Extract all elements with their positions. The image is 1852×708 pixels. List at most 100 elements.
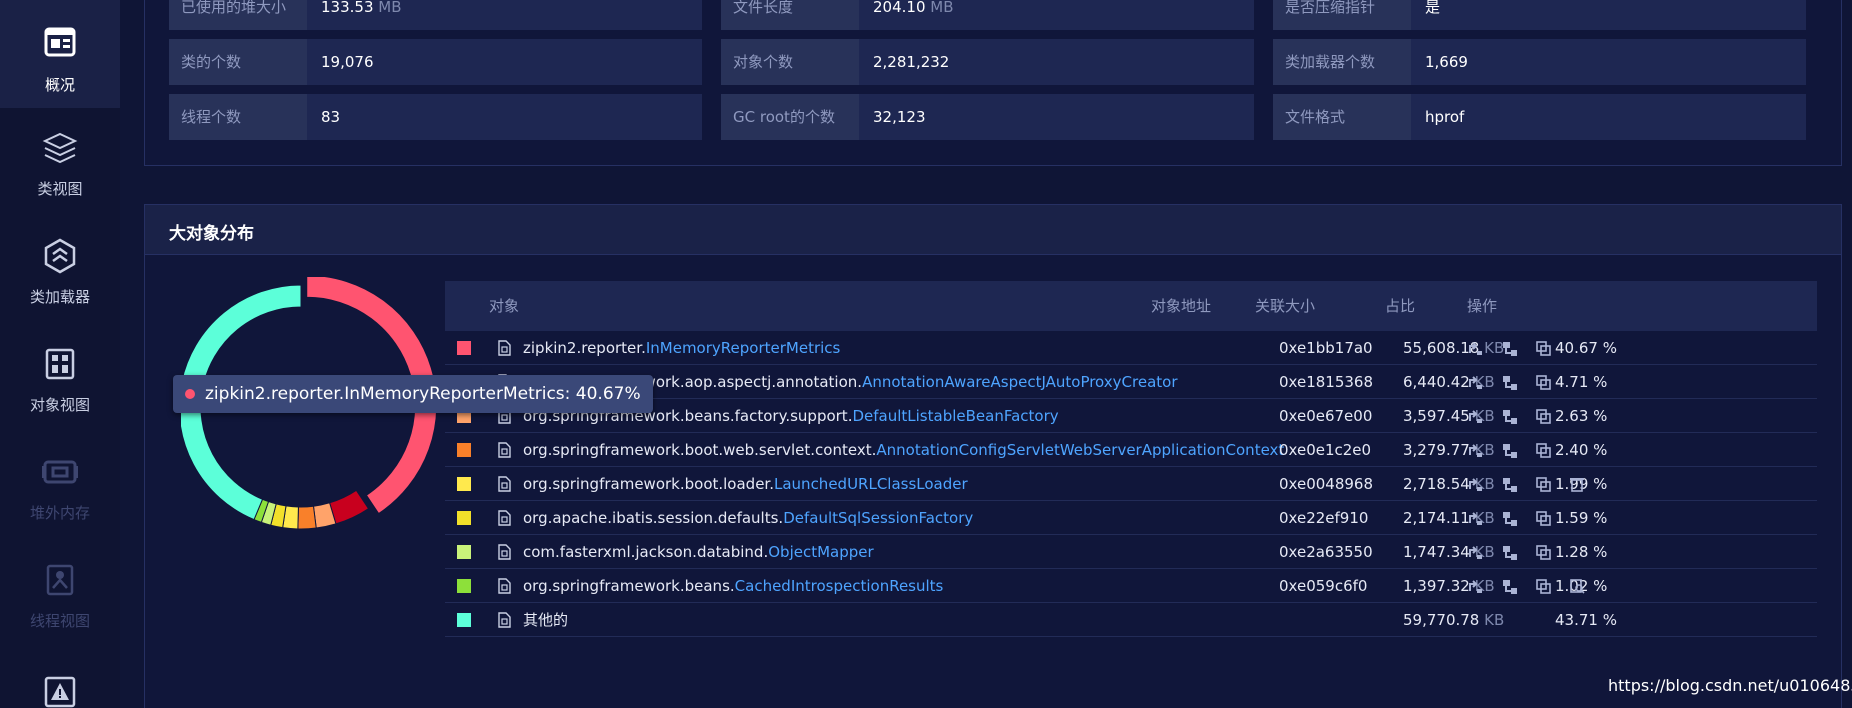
object-address: 0xe1bb17a0 — [1279, 339, 1373, 357]
object-class-link[interactable]: AnnotationConfigServletWebServerApplicat… — [876, 441, 1284, 459]
legend-swatch — [457, 545, 471, 559]
object-name[interactable]: 其他的 — [523, 603, 568, 637]
tree-icon[interactable] — [1501, 510, 1517, 526]
tree-icon[interactable] — [1501, 340, 1517, 356]
object-class-link[interactable]: InMemoryReporterMetrics — [646, 339, 841, 357]
object-name[interactable]: org.springframework.beans.CachedIntrospe… — [523, 569, 943, 603]
tree-icon[interactable] — [1501, 476, 1517, 492]
sidebar-item-label: 类加载器 — [29, 288, 90, 306]
trash-icon[interactable] — [1569, 476, 1585, 492]
export-icon[interactable] — [1467, 578, 1483, 594]
sidebar-item[interactable]: 概况 — [0, 0, 120, 108]
export-icon[interactable] — [1467, 340, 1483, 356]
info-cell: 文件格式 hprof — [1273, 94, 1806, 140]
big-object-header: 大对象分布 — [145, 205, 1841, 255]
info-cell: 对象个数 2,281,232 — [721, 39, 1254, 85]
info-label: 是否压缩指针 — [1273, 0, 1411, 30]
object-class-link[interactable]: CachedIntrospectionResults — [735, 577, 944, 595]
tree-icon[interactable] — [1501, 442, 1517, 458]
sidebar-item[interactable]: 类视图 — [0, 106, 120, 214]
info-value: 19,076 — [321, 39, 374, 85]
copy-icon[interactable] — [1535, 476, 1551, 492]
percent-value: 1.59 % — [1555, 509, 1608, 527]
object-class-link[interactable]: DefaultListableBeanFactory — [852, 407, 1058, 425]
info-value: 是 — [1425, 0, 1440, 30]
info-value: 204.10 MB — [873, 0, 954, 30]
big-object-panel: 大对象分布 zipkin2.reporter.InMemoryReporterM… — [144, 204, 1842, 708]
table-row[interactable]: org.springframework.boot.loader.Launched… — [445, 467, 1817, 501]
info-value-number: 133.53 — [321, 0, 374, 16]
object-name[interactable]: zipkin2.reporter.InMemoryReporterMetrics — [523, 331, 840, 365]
export-icon[interactable] — [1467, 442, 1483, 458]
table-row[interactable]: com.fasterxml.jackson.databind.ObjectMap… — [445, 535, 1817, 569]
object-name[interactable]: org.springframework.boot.loader.Launched… — [523, 467, 968, 501]
sidebar-item[interactable]: 类加载器 — [0, 214, 120, 322]
object-address: 0xe059c6f0 — [1279, 577, 1368, 595]
copy-icon[interactable] — [1535, 374, 1551, 390]
donut-slice[interactable] — [328, 489, 370, 525]
object-class-link[interactable]: DefaultSqlSessionFactory — [783, 509, 973, 527]
object-class-link[interactable]: ObjectMapper — [768, 543, 873, 561]
copy-icon[interactable] — [1535, 544, 1551, 560]
copy-icon[interactable] — [1535, 442, 1551, 458]
legend-swatch — [457, 443, 471, 457]
info-value: 83 — [321, 94, 340, 140]
tree-icon[interactable] — [1501, 544, 1517, 560]
legend-swatch — [457, 341, 471, 355]
object-class-link[interactable]: AnnotationAwareAspectJAutoProxyCreator — [862, 373, 1177, 391]
tree-icon[interactable] — [1501, 578, 1517, 594]
export-icon[interactable] — [1467, 408, 1483, 424]
info-cell: 类的个数 19,076 — [169, 39, 702, 85]
table-row[interactable]: org.springframework.beans.CachedIntrospe… — [445, 569, 1817, 603]
sidebar-item[interactable]: 对象视图 — [0, 322, 120, 430]
table-row[interactable]: zipkin2.reporter.InMemoryReporterMetrics… — [445, 331, 1817, 365]
copy-icon[interactable] — [1535, 408, 1551, 424]
copy-icon[interactable] — [1535, 340, 1551, 356]
object-package: org.springframework.beans. — [523, 577, 735, 595]
class-loader-icon — [40, 236, 80, 276]
object-name[interactable]: org.apache.ibatis.session.defaults.Defau… — [523, 501, 973, 535]
copy-icon[interactable] — [1535, 510, 1551, 526]
col-object: 对象 — [489, 297, 520, 315]
inspect-icon[interactable] — [1569, 578, 1585, 594]
object-name[interactable]: com.fasterxml.jackson.databind.ObjectMap… — [523, 535, 874, 569]
tree-icon[interactable] — [1501, 374, 1517, 390]
watermark: https://blog.csdn.net/u010648555 — [1608, 676, 1852, 695]
sidebar-item-label: 概况 — [44, 76, 75, 94]
sidebar: 概况类视图类加载器对象视图堆外内存线程视图 — [0, 0, 120, 708]
legend-swatch — [457, 511, 471, 525]
tree-icon[interactable] — [1501, 408, 1517, 424]
percent-value: 4.71 % — [1555, 373, 1608, 391]
export-icon[interactable] — [1467, 476, 1483, 492]
export-icon[interactable] — [1467, 510, 1483, 526]
object-package: com.fasterxml.jackson.databind. — [523, 543, 769, 561]
object-class-link[interactable]: LaunchedURLClassLoader — [774, 475, 968, 493]
export-icon[interactable] — [1467, 544, 1483, 560]
big-object-title: 大对象分布 — [169, 224, 254, 244]
col-percent: 占比 — [1385, 297, 1416, 315]
percent-value: 2.40 % — [1555, 441, 1608, 459]
legend-swatch — [457, 579, 471, 593]
export-icon[interactable] — [1467, 374, 1483, 390]
copy-icon[interactable] — [1535, 578, 1551, 594]
info-label: 文件长度 — [721, 0, 859, 30]
table-row[interactable]: org.springframework.boot.web.servlet.con… — [445, 433, 1817, 467]
file-icon — [497, 544, 511, 560]
warning-icon — [40, 672, 80, 708]
table-row[interactable]: org.apache.ibatis.session.defaults.Defau… — [445, 501, 1817, 535]
chart-tooltip: zipkin2.reporter.InMemoryReporterMetrics… — [173, 375, 653, 413]
retained-size-value: 3,597.45 — [1403, 407, 1470, 425]
object-address: 0xe0048968 — [1279, 475, 1373, 493]
percent-value: 2.63 % — [1555, 407, 1608, 425]
info-label: 类的个数 — [169, 39, 307, 85]
info-value-unit: MB — [378, 0, 402, 16]
table-row[interactable]: 其他的 59,770.78 KB 43.71 % — [445, 603, 1817, 637]
sidebar-item: 线程视图 — [0, 538, 120, 646]
info-value: hprof — [1425, 94, 1464, 140]
donut-slice[interactable] — [297, 505, 317, 530]
object-name[interactable]: org.springframework.boot.web.servlet.con… — [523, 433, 1284, 467]
retained-size-unit: KB — [1484, 611, 1505, 629]
retained-size-value: 2,174.11 — [1403, 509, 1470, 527]
info-cell: 类加载器个数 1,669 — [1273, 39, 1806, 85]
sidebar-item-label: 堆外内存 — [29, 504, 90, 522]
